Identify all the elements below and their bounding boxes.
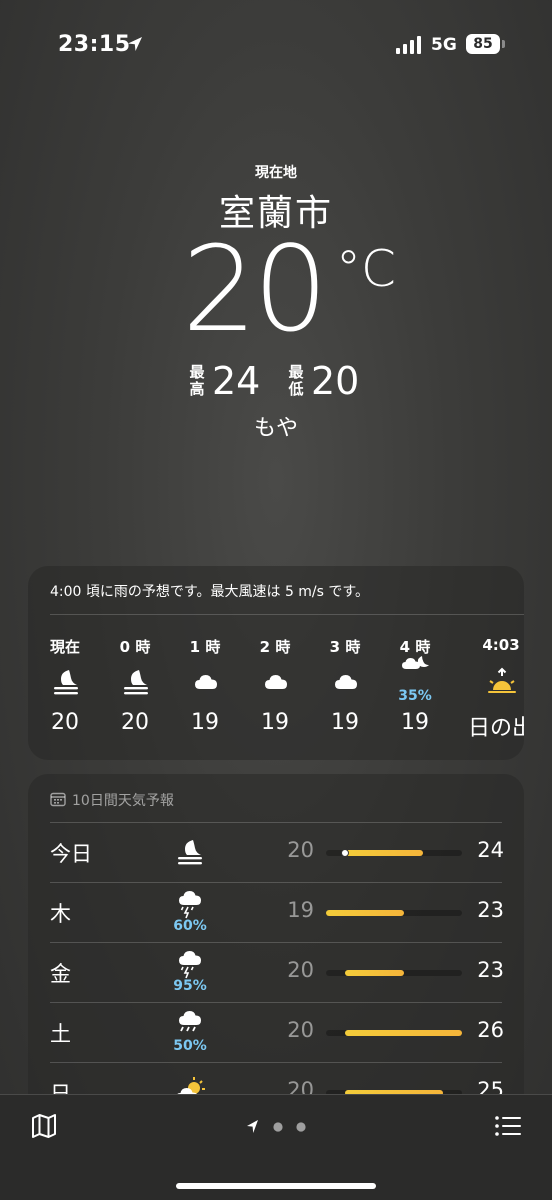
hourly-forecast-card[interactable]: 4:00 頃に雨の予想です。最大風速は 5 m/s です。 現在 20 0 時 2…	[28, 566, 524, 760]
hour-label: 0 時	[119, 638, 151, 656]
low-temp: 20	[287, 958, 314, 982]
hour-temp: 19	[261, 710, 289, 735]
location-page-icon	[247, 1120, 258, 1133]
thunderstorm-icon	[179, 951, 201, 979]
page-dot	[273, 1122, 283, 1132]
cloud-icon	[335, 675, 357, 689]
high-temp: 24	[477, 838, 504, 862]
hour-temp: 20	[51, 710, 79, 735]
low-temp: 20	[287, 1018, 314, 1042]
battery-icon: 85	[466, 34, 500, 54]
location-label: 現在地	[255, 165, 297, 181]
page-indicator[interactable]	[244, 1117, 314, 1137]
hour-temp: 20	[121, 710, 149, 735]
status-bar: 23:15 5G 85	[0, 0, 552, 90]
low-temp: 20	[287, 838, 314, 862]
location-arrow-icon	[128, 37, 142, 51]
temperature-unit: °C	[336, 240, 396, 298]
ten-day-forecast-card[interactable]: 10日間天気予報 今日 20 24 木 60% 19 23 金 95% 20 2…	[28, 774, 524, 1134]
daily-row: 木 60% 19 23	[28, 882, 524, 942]
divider	[50, 1062, 502, 1063]
precip-chance: 60%	[173, 918, 207, 934]
temp-range-fill	[326, 910, 404, 916]
divider	[50, 1002, 502, 1003]
day-name: 今日	[50, 842, 92, 866]
day-name: 土	[50, 1022, 71, 1046]
temp-range-bar	[326, 1030, 462, 1036]
divider	[50, 882, 502, 883]
precip-chance: 35%	[398, 688, 432, 704]
rain-night-icon	[402, 656, 429, 669]
temp-range-bar	[326, 970, 462, 976]
bottom-toolbar	[0, 1094, 552, 1200]
hour-label: 2 時	[259, 638, 291, 656]
cellular-signal-icon	[396, 36, 421, 54]
precip-chance: 95%	[173, 978, 207, 994]
high-temp: 23	[477, 958, 504, 982]
divider	[50, 822, 502, 823]
high-temp: 26	[477, 1018, 504, 1042]
high-temp: 24	[212, 359, 261, 403]
hour-temp: 19	[191, 710, 219, 735]
thunderstorm-icon	[179, 891, 201, 919]
map-icon[interactable]	[30, 1113, 58, 1139]
rain-icon	[179, 1011, 201, 1032]
hour-temp: 日の出	[467, 716, 524, 741]
calendar-icon	[50, 792, 66, 807]
precip-chance: 50%	[173, 1038, 207, 1054]
day-name: 金	[50, 962, 71, 986]
temp-range-bar	[326, 849, 462, 857]
low-label: 最低	[288, 363, 304, 398]
temp-range-fill	[345, 1030, 462, 1036]
home-indicator[interactable]	[176, 1183, 376, 1189]
status-time: 23:15	[58, 32, 131, 57]
daily-row: 土 50% 20 26	[28, 1002, 524, 1062]
divider	[50, 614, 524, 615]
battery-tip	[502, 40, 505, 48]
page-dot	[296, 1122, 306, 1132]
fog-night-icon	[124, 670, 148, 695]
list-icon[interactable]	[494, 1113, 522, 1139]
hour-label: 3 時	[329, 638, 361, 656]
cloud-icon	[265, 675, 287, 689]
temp-range-bar	[326, 910, 462, 916]
high-temp: 23	[477, 898, 504, 922]
daily-row: 金 95% 20 23	[28, 942, 524, 1002]
low-temp: 19	[287, 898, 314, 922]
hourly-summary: 4:00 頃に雨の予想です。最大風速は 5 m/s です。	[50, 584, 369, 600]
temp-range-fill	[345, 850, 424, 856]
fog-night-icon	[178, 840, 202, 865]
network-type: 5G	[431, 35, 457, 55]
day-name: 木	[50, 902, 71, 926]
ten-day-header: 10日間天気予報	[72, 793, 174, 809]
fog-night-icon	[54, 670, 78, 695]
high-label: 最高	[189, 363, 205, 398]
sunrise-icon	[488, 667, 516, 693]
hour-label: 現在	[49, 638, 80, 656]
condition: もや	[253, 416, 298, 441]
low-temp: 20	[311, 359, 360, 403]
divider	[50, 942, 502, 943]
hour-temp: 19	[401, 710, 429, 735]
current-temperature: 20	[182, 220, 328, 358]
cloud-icon	[195, 675, 217, 689]
temp-range-fill	[345, 970, 404, 976]
hour-label: 1 時	[189, 638, 221, 656]
daily-row: 今日 20 24	[28, 822, 524, 882]
hour-label: 4:03	[482, 636, 520, 654]
hour-temp: 19	[331, 710, 359, 735]
